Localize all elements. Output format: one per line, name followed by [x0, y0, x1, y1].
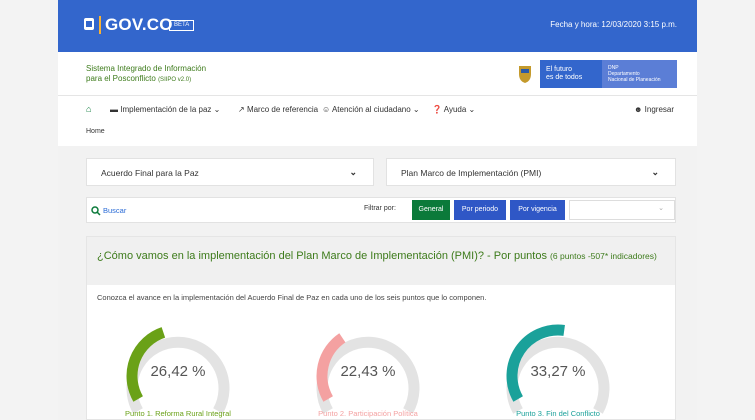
- gauge-value: 22,43 %: [340, 363, 396, 380]
- el-futuro-logo: El futuro es de todos: [540, 60, 602, 88]
- user-icon: ☻: [634, 105, 643, 114]
- dnp-logo: DNP Departamento Nacional de Planeación: [602, 60, 677, 88]
- nav-item-label: Atención al ciudadano: [331, 105, 411, 114]
- filter-bar: Buscar Filtrar por: General Por periodo …: [86, 197, 676, 223]
- nav-item-ayuda[interactable]: ❓ Ayuda ⌄: [432, 105, 475, 114]
- chevron-down-icon: ⌄: [658, 205, 664, 212]
- gauge-punto-2[interactable]: 22,43 % Punto 2. Participación Política: [311, 319, 425, 420]
- dnp-line3: Nacional de Planeación: [608, 77, 661, 83]
- pmi-dropdown[interactable]: Plan Marco de Implementación (PMI) ⌄: [386, 158, 676, 186]
- system-version: (SIIPO v2.0): [158, 77, 192, 83]
- search-link[interactable]: Buscar: [103, 206, 126, 215]
- home-icon[interactable]: ⌂: [86, 104, 91, 114]
- beta-badge: BETA: [169, 20, 195, 31]
- page: GOV.CO BETA Fecha y hora: 12/03/2020 3:1…: [58, 0, 697, 420]
- link-icon: ↗: [238, 105, 245, 114]
- question-icon: ❓: [432, 105, 442, 114]
- filter-label: Filtrar por:: [364, 205, 396, 212]
- system-title-line1: Sistema Integrado de Información: [86, 64, 207, 73]
- nav-item-atencion[interactable]: ☺ Atención al ciudadano ⌄: [322, 105, 420, 114]
- gauge-value: 33,27 %: [530, 363, 586, 380]
- login-link[interactable]: ☻ Ingresar: [634, 105, 674, 114]
- system-title[interactable]: Sistema Integrado de Información para el…: [86, 64, 206, 85]
- nav-item-label: Implementación de la paz: [120, 105, 212, 114]
- card-description: Conozca el avance en la implementación d…: [97, 293, 487, 302]
- chevron-down-icon: ⌄: [349, 167, 357, 177]
- govco-shield-icon: [84, 18, 94, 30]
- page-margin-left: [0, 0, 58, 420]
- gauge-caption: Punto 1. Reforma Rural Integral: [125, 409, 231, 418]
- filter-select[interactable]: ⌄: [569, 200, 675, 220]
- card-title-text: ¿Cómo vamos en la implementación del Pla…: [97, 250, 547, 262]
- gauge-punto-3[interactable]: 33,27 % Punto 3. Fin del Conflicto: [501, 319, 615, 420]
- gauge-caption: Punto 3. Fin del Conflicto: [516, 409, 600, 418]
- filter-general-button[interactable]: General: [412, 200, 450, 220]
- book-icon: ▬: [110, 105, 118, 114]
- nav-item-label: Ayuda: [443, 105, 467, 114]
- coat-of-arms-icon: [510, 60, 540, 88]
- card-header: ¿Cómo vamos en la implementación del Pla…: [87, 237, 675, 285]
- main-nav: ⌂ ▬ Implementación de la paz ⌄ ↗ Marco d…: [58, 97, 697, 123]
- govco-logo[interactable]: GOV.CO: [105, 15, 173, 35]
- logo-separator: [99, 16, 101, 34]
- government-logo[interactable]: El futuro es de todos DNP Departamento N…: [510, 60, 677, 88]
- card-subtitle: (6 puntos -507* indicadores): [550, 251, 657, 261]
- datetime-text: Fecha y hora: 12/03/2020 3:15 p.m.: [550, 20, 677, 29]
- chevron-down-icon: ⌄: [412, 105, 420, 114]
- nav-item-marco[interactable]: ↗ Marco de referencia: [238, 105, 318, 114]
- breadcrumb[interactable]: Home: [86, 128, 105, 135]
- filter-periodo-button[interactable]: Por periodo: [454, 200, 506, 220]
- chevron-down-icon: ⌄: [651, 167, 659, 177]
- filter-vigencia-button[interactable]: Por vigencia: [510, 200, 565, 220]
- dropdown-label: Acuerdo Final para la Paz: [101, 168, 199, 178]
- nav-item-label: Marco de referencia: [246, 105, 319, 114]
- search-icon[interactable]: [91, 206, 101, 216]
- gauge-value: 26,42 %: [150, 363, 206, 380]
- dropdown-label: Plan Marco de Implementación (PMI): [401, 168, 542, 178]
- chevron-down-icon: ⌄: [468, 105, 476, 114]
- govco-header: GOV.CO BETA Fecha y hora: 12/03/2020 3:1…: [58, 0, 697, 52]
- gauge-caption: Punto 2. Participación Política: [318, 409, 418, 418]
- acuerdo-dropdown[interactable]: Acuerdo Final para la Paz ⌄: [86, 158, 374, 186]
- chevron-down-icon: ⌄: [213, 105, 221, 114]
- pmi-progress-card: ¿Cómo vamos en la implementación del Pla…: [86, 236, 676, 420]
- future-line1: El futuro: [546, 66, 573, 73]
- system-header: Sistema Integrado de Información para el…: [58, 52, 697, 96]
- nav-item-implementacion[interactable]: ▬ Implementación de la paz ⌄: [110, 105, 220, 114]
- people-icon: ☺: [322, 105, 331, 114]
- future-line2: es de todos: [546, 74, 583, 81]
- system-title-line2: para el Posconflicto: [86, 74, 156, 83]
- login-label: Ingresar: [644, 105, 675, 114]
- card-title: ¿Cómo vamos en la implementación del Pla…: [97, 249, 657, 264]
- page-margin-right: [697, 0, 755, 420]
- gauge-punto-1[interactable]: 26,42 % Punto 1. Reforma Rural Integral: [121, 319, 235, 420]
